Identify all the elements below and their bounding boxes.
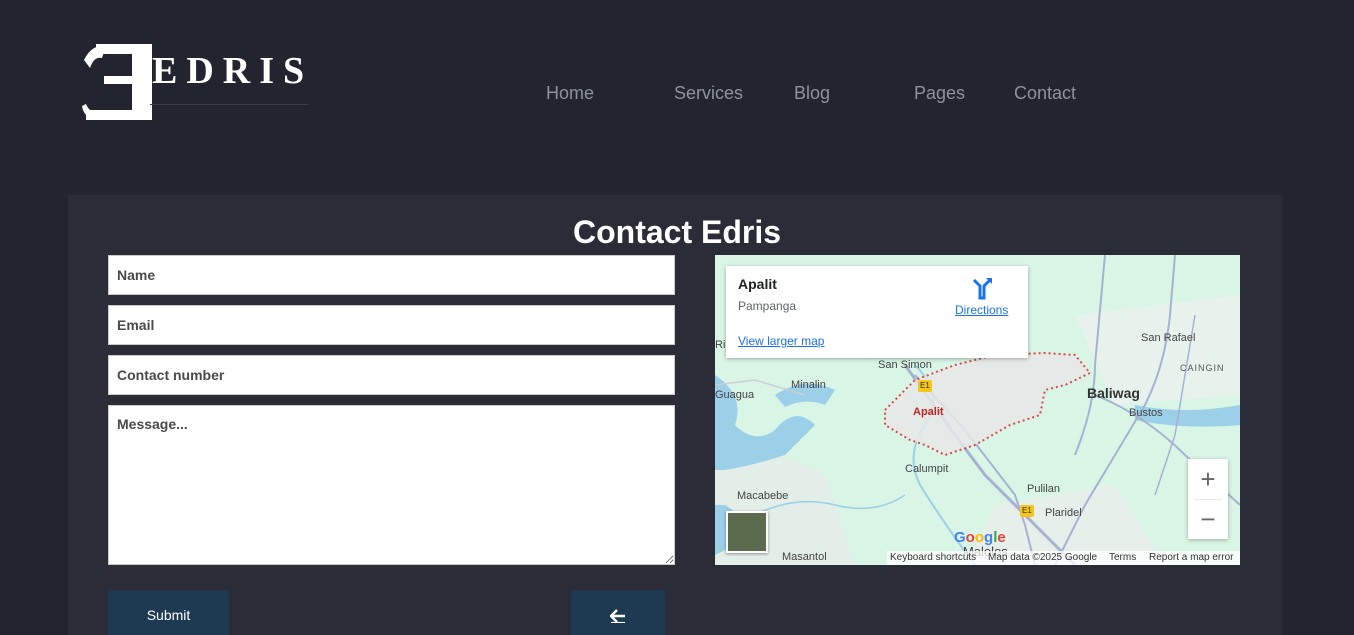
map-label-san-rafael: San Rafael xyxy=(1141,332,1196,344)
zoom-out-button[interactable]: − xyxy=(1188,499,1228,539)
map-label-guagua: Guagua xyxy=(715,389,755,401)
place-info-card: Apalit Pampanga View larger map Directio… xyxy=(726,266,1028,358)
map-label-baliwag: Baliwag xyxy=(1087,385,1140,401)
map-label-caingin: CAINGIN xyxy=(1180,363,1225,373)
map-label-ri: Ri xyxy=(715,339,726,351)
place-name: Apalit xyxy=(738,276,777,292)
nav-home[interactable]: Home xyxy=(546,83,594,104)
view-larger-map-link[interactable]: View larger map xyxy=(738,334,824,348)
directions-icon[interactable] xyxy=(970,276,994,300)
map-shield-e1-a: E1 xyxy=(920,381,930,390)
map-label-bustos: Bustos xyxy=(1129,407,1163,419)
google-logo: Google xyxy=(954,529,1006,546)
email-field[interactable] xyxy=(108,305,675,345)
logo-underline xyxy=(150,104,308,105)
map-data-credit: Map data ©2025 Google xyxy=(988,552,1098,563)
map-zoom-controls: + − xyxy=(1188,459,1228,539)
zoom-in-button[interactable]: + xyxy=(1188,459,1228,499)
contact-number-field[interactable] xyxy=(108,355,675,395)
logo-e-mark-icon xyxy=(82,44,152,120)
directions-link[interactable]: Directions xyxy=(955,303,1008,317)
nav-services[interactable]: Services xyxy=(674,83,743,104)
place-region: Pampanga xyxy=(738,299,797,313)
keyboard-shortcuts-link[interactable]: Keyboard shortcuts xyxy=(890,552,976,563)
brand-logo[interactable]: EDRIS xyxy=(82,42,312,124)
map-label-masantol: Masantol xyxy=(782,551,827,563)
map-label-plaridel: Plaridel xyxy=(1045,507,1082,519)
report-map-error-link[interactable]: Report a map error xyxy=(1149,552,1233,563)
map-label-macabebe: Macabebe xyxy=(737,490,789,502)
back-arrow-button[interactable] xyxy=(571,590,665,635)
brand-name: EDRIS xyxy=(152,50,314,92)
map-label-minalin: Minalin xyxy=(791,379,826,391)
map-attribution-bar: Keyboard shortcuts Map data ©2025 Google… xyxy=(887,551,1240,565)
map-label-apalit: Apalit xyxy=(913,406,944,418)
submit-button[interactable]: Submit xyxy=(108,590,229,635)
map-label-pulilan: Pulilan xyxy=(1027,483,1061,495)
nav-pages[interactable]: Pages xyxy=(914,83,965,104)
terms-link[interactable]: Terms xyxy=(1109,552,1136,563)
name-field[interactable] xyxy=(108,255,675,295)
nav-blog[interactable]: Blog xyxy=(794,83,830,104)
map-shield-e1-b: E1 xyxy=(1022,506,1032,515)
zoom-divider xyxy=(1194,499,1222,500)
nav-contact[interactable]: Contact xyxy=(1014,83,1076,104)
message-field[interactable] xyxy=(108,405,675,565)
map-label-san-simon: San Simon xyxy=(878,359,932,371)
google-map[interactable]: Ri San Simon Minalin Guagua Apalit Baliw… xyxy=(715,255,1240,565)
arrow-left-icon xyxy=(609,608,625,623)
satellite-toggle-thumbnail[interactable] xyxy=(726,511,768,553)
map-label-calumpit: Calumpit xyxy=(905,463,949,475)
page-title: Contact Edris xyxy=(572,214,782,250)
